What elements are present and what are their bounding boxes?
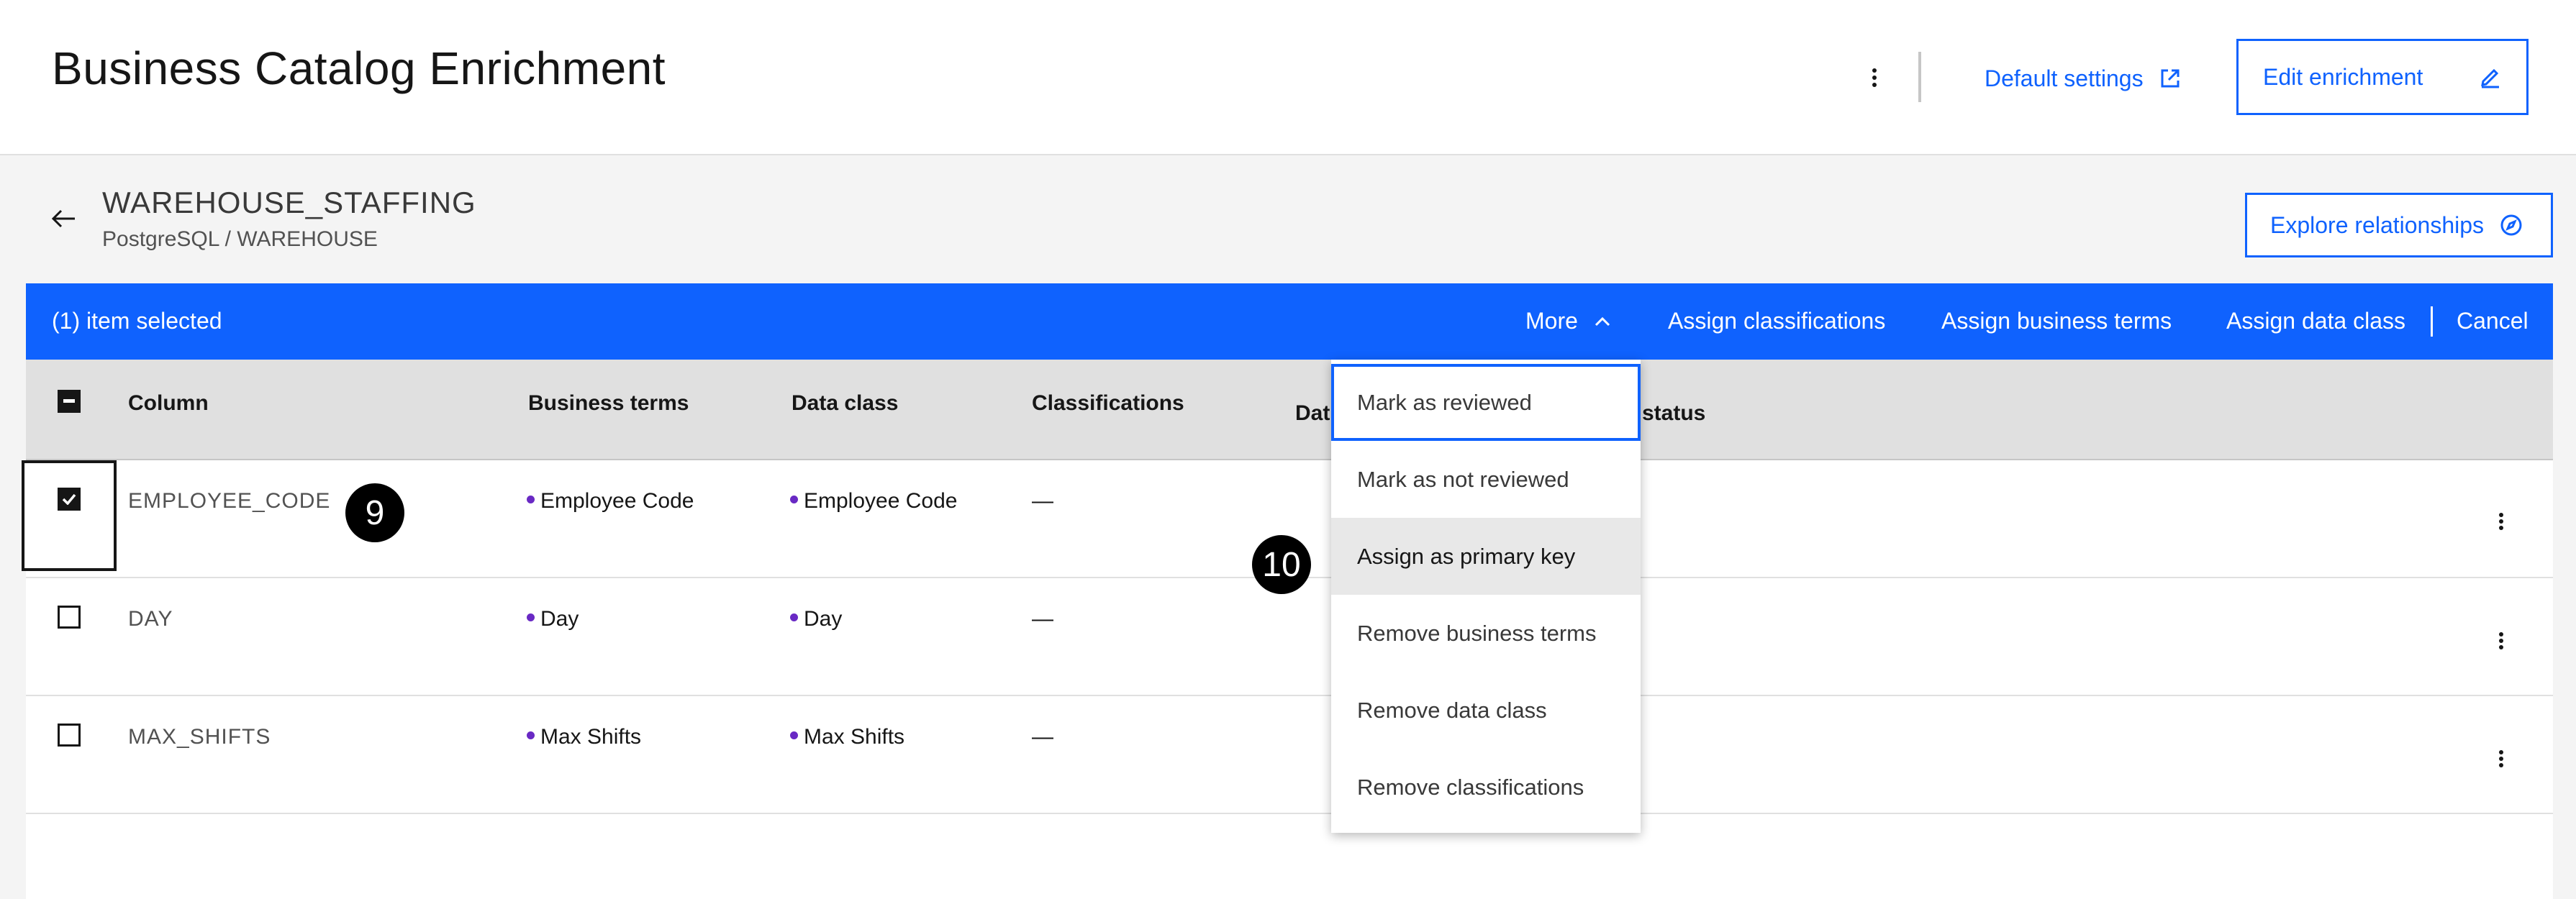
term-dot-icon <box>527 731 535 739</box>
header-data-class[interactable]: Data class <box>792 391 898 416</box>
header-classifications[interactable]: Classifications <box>1032 391 1184 416</box>
header-column[interactable]: Column <box>128 391 209 416</box>
assign-data-class-button[interactable]: Assign data class <box>2226 308 2405 334</box>
overflow-menu-vertical-icon <box>2499 632 2503 649</box>
classifications-value: — <box>1032 725 1053 749</box>
classifications-value: — <box>1032 489 1053 513</box>
header-status[interactable]: status <box>1642 401 1705 426</box>
asset-name: WAREHOUSE_STAFFING <box>102 186 476 219</box>
overflow-menu-vertical-icon <box>2499 750 2503 767</box>
batch-action-bar: (1) item selected More Assign classifica… <box>26 283 2553 360</box>
term-dot-icon <box>527 496 535 503</box>
edit-enrichment-button[interactable]: Edit enrichment <box>2236 39 2529 115</box>
business-term[interactable]: Employee Code <box>527 489 694 514</box>
business-term-label: Max Shifts <box>540 725 642 749</box>
overflow-menu-button[interactable] <box>1860 56 1889 99</box>
term-dot-icon <box>790 613 798 621</box>
compass-icon <box>2500 214 2522 236</box>
selection-count: (1) item selected <box>52 308 222 334</box>
arrow-left-icon <box>51 209 75 228</box>
more-actions-button[interactable]: More <box>1525 308 1611 334</box>
overflow-menu-vertical-icon <box>2499 513 2503 530</box>
menu-item-mark-not-reviewed[interactable]: Mark as not reviewed <box>1331 441 1641 518</box>
chevron-up-icon <box>1595 316 1610 326</box>
data-class-label: Employee Code <box>804 489 958 513</box>
menu-item-assign-primary-key[interactable]: Assign as primary key <box>1331 518 1641 595</box>
assign-classifications-button[interactable]: Assign classifications <box>1668 308 1885 334</box>
business-term-label: Day <box>540 607 579 631</box>
column-name: MAX_SHIFTS <box>128 725 271 749</box>
more-label: More <box>1525 308 1578 334</box>
more-actions-menu: Mark as reviewed Mark as not reviewed As… <box>1331 360 1641 833</box>
data-class-label: Day <box>804 607 843 631</box>
data-class[interactable]: Day <box>790 607 842 631</box>
edit-enrichment-label: Edit enrichment <box>2263 63 2423 90</box>
business-term[interactable]: Day <box>527 607 579 631</box>
header-business-terms[interactable]: Business terms <box>528 391 689 416</box>
explore-relationships-label: Explore relationships <box>2270 211 2485 238</box>
term-dot-icon <box>527 613 535 621</box>
row-overflow-menu[interactable] <box>2487 623 2516 659</box>
batch-bar-divider <box>2431 306 2433 337</box>
column-name: DAY <box>128 607 173 631</box>
menu-item-remove-business-terms[interactable]: Remove business terms <box>1331 595 1641 672</box>
term-dot-icon <box>790 731 798 739</box>
assign-business-terms-button[interactable]: Assign business terms <box>1941 308 2172 334</box>
row-overflow-menu[interactable] <box>2487 741 2516 777</box>
table-row[interactable]: DAY Day Day — <box>26 580 2553 696</box>
select-all-checkbox[interactable] <box>58 390 81 413</box>
back-button[interactable] <box>47 203 79 234</box>
step-badge-9: 9 <box>345 483 404 542</box>
header-data-partial[interactable]: Dat <box>1295 401 1330 426</box>
top-header: Business Catalog Enrichment Default sett… <box>0 0 2576 155</box>
cancel-button[interactable]: Cancel <box>2457 308 2529 334</box>
step-badge-10: 10 <box>1252 535 1311 594</box>
menu-item-remove-data-class[interactable]: Remove data class <box>1331 672 1641 749</box>
overflow-menu-vertical-icon <box>1872 68 1877 87</box>
explore-relationships-button[interactable]: Explore relationships <box>2245 193 2553 257</box>
menu-item-mark-reviewed[interactable]: Mark as reviewed <box>1331 364 1641 441</box>
data-class-label: Max Shifts <box>804 725 905 749</box>
asset-path: PostgreSQL / WAREHOUSE <box>102 227 378 251</box>
row-checkbox[interactable] <box>58 724 81 747</box>
row-checkbox[interactable] <box>58 606 81 629</box>
data-class[interactable]: Employee Code <box>790 489 957 514</box>
menu-item-remove-classifications[interactable]: Remove classifications <box>1331 749 1641 826</box>
table-row[interactable]: MAX_SHIFTS Max Shifts Max Shifts — <box>26 698 2553 814</box>
default-settings-link[interactable]: Default settings <box>1985 60 2181 96</box>
header-divider <box>1918 52 1921 102</box>
default-settings-label: Default settings <box>1985 65 2144 91</box>
launch-icon <box>2161 69 2180 88</box>
checkbox-focus-highlight <box>22 460 117 571</box>
business-term[interactable]: Max Shifts <box>527 725 641 749</box>
row-overflow-menu[interactable] <box>2487 503 2516 539</box>
classifications-value: — <box>1032 607 1053 631</box>
edit-icon <box>2481 68 2499 88</box>
data-class[interactable]: Max Shifts <box>790 725 904 749</box>
column-name: EMPLOYEE_CODE <box>128 489 331 513</box>
minus-icon <box>63 399 75 403</box>
table-header: Column Business terms Data class Classif… <box>26 360 2553 460</box>
term-dot-icon <box>790 496 798 503</box>
business-term-label: Employee Code <box>540 489 694 513</box>
page-title: Business Catalog Enrichment <box>52 42 666 94</box>
